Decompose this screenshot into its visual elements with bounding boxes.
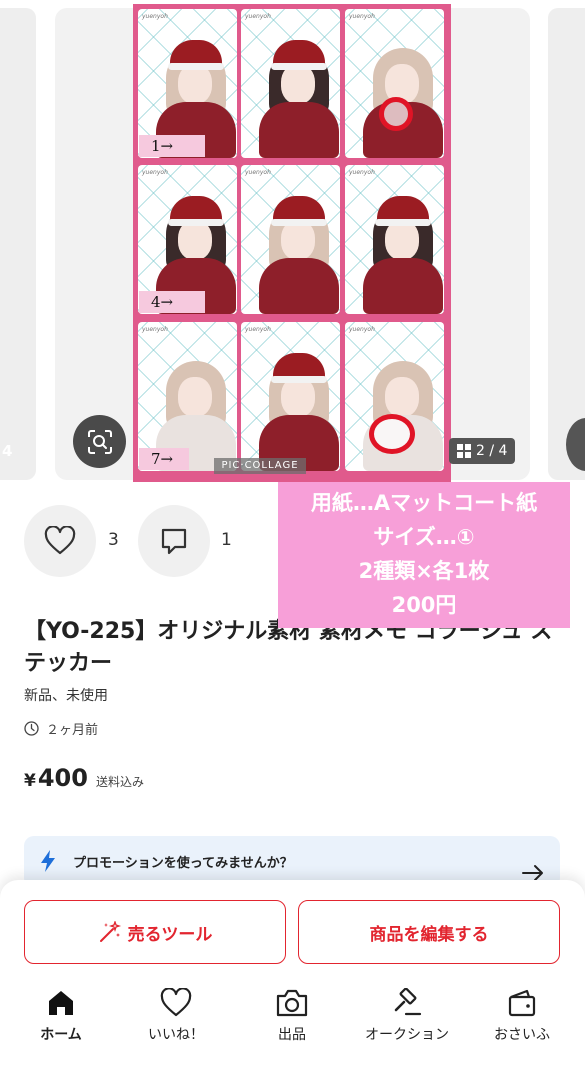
bottom-tab-bar: ホーム いいね！ 出品 オークション おさいふ xyxy=(0,988,585,1058)
cell-signature: yuenyoh xyxy=(142,169,168,176)
tab-wallet[interactable]: おさいふ xyxy=(467,988,577,1044)
clock-icon xyxy=(24,721,39,736)
price-currency: ¥ xyxy=(24,771,36,791)
page-indicator: 2 / 4 xyxy=(449,438,516,464)
overlay-line-paper: 用紙…Aマットコート紙 xyxy=(310,491,538,515)
character-illustration xyxy=(251,353,339,471)
edit-item-label: 商品を編集する xyxy=(369,924,489,945)
spec-overlay-note: 用紙…Aマットコート紙 サイズ…① 2種類×各1枚 200円 xyxy=(278,482,570,628)
comment-icon xyxy=(161,528,187,555)
selection-circle-mark xyxy=(379,97,413,131)
bottom-sheet: 売るツール 商品を編集する ホーム いいね！ 出品 オークション おさいふ xyxy=(0,880,585,1080)
posted-ago: ２ヶ月前 xyxy=(46,723,99,738)
tab-listing[interactable]: 出品 xyxy=(237,988,347,1044)
price-value: 400 xyxy=(37,764,88,792)
sticker-cell-1: yuenyoh 1→ xyxy=(138,9,237,158)
overlay-line-quantity: 2種類×各1枚 xyxy=(358,559,490,583)
sticker-cell-5: yuenyoh xyxy=(241,165,340,314)
previous-slide-count: 4 xyxy=(2,442,13,460)
number-tag: 1→ xyxy=(139,135,205,157)
heart-icon xyxy=(160,988,192,1017)
image-carousel[interactable]: 4 yuenyoh 1→ yuenyoh yuenyoh yuenyoh 4→ … xyxy=(0,0,585,485)
lightning-icon xyxy=(41,850,55,872)
product-image-collage[interactable]: yuenyoh 1→ yuenyoh yuenyoh yuenyoh 4→ yu… xyxy=(133,4,451,482)
tab-likes-label: いいね！ xyxy=(148,1027,204,1043)
price-row: ¥ 400 送料込み xyxy=(24,764,144,792)
tab-auction[interactable]: オークション xyxy=(352,988,462,1044)
cell-signature: yuenyoh xyxy=(349,326,375,333)
tab-home-label: ホーム xyxy=(40,1027,82,1043)
tab-likes[interactable]: いいね！ xyxy=(121,988,231,1044)
tab-auction-label: オークション xyxy=(365,1027,449,1043)
sticker-cell-8: yuenyoh xyxy=(241,322,340,471)
promotion-text: プロモーションを使ってみませんか？ xyxy=(73,856,293,871)
home-icon xyxy=(49,991,73,1015)
cell-signature: yuenyoh xyxy=(245,326,271,333)
selection-circle-mark xyxy=(369,414,415,454)
character-illustration xyxy=(251,40,339,158)
gavel-icon xyxy=(394,988,422,1016)
number-tag: 7→ xyxy=(139,448,189,470)
cell-signature: yuenyoh xyxy=(245,13,271,20)
comment-button[interactable] xyxy=(138,505,210,577)
product-condition: 新品、未使用 xyxy=(24,688,108,704)
tab-listing-label: 出品 xyxy=(278,1027,306,1043)
image-search-button[interactable] xyxy=(73,415,126,468)
cell-signature: yuenyoh xyxy=(245,169,271,176)
overlay-line-price: 200円 xyxy=(391,593,457,617)
edit-item-button[interactable]: 商品を編集する xyxy=(298,900,560,964)
sell-tool-label: 売るツール xyxy=(127,924,213,945)
next-slide-scan-button[interactable] xyxy=(566,418,585,471)
heart-icon xyxy=(44,526,76,555)
magic-wand-icon xyxy=(99,921,121,942)
shipping-note: 送料込み xyxy=(95,775,144,789)
previous-slide[interactable]: 4 xyxy=(0,8,36,480)
overlay-line-size: サイズ…① xyxy=(373,525,475,549)
sticker-cell-9: yuenyoh xyxy=(345,322,444,471)
cell-signature: yuenyoh xyxy=(142,13,168,20)
wallet-icon xyxy=(508,989,536,1017)
cell-signature: yuenyoh xyxy=(349,169,375,176)
grid-icon xyxy=(457,444,471,458)
posted-time-row: ２ヶ月前 xyxy=(24,719,98,738)
cell-signature: yuenyoh xyxy=(142,326,168,333)
page-indicator-text: 2 / 4 xyxy=(476,443,508,459)
character-illustration xyxy=(251,196,339,314)
like-button[interactable] xyxy=(24,505,96,577)
collage-watermark: PIC·COLLAGE xyxy=(214,458,306,474)
sell-tool-button[interactable]: 売るツール xyxy=(24,900,286,964)
tab-wallet-label: おさいふ xyxy=(494,1027,550,1043)
scan-search-icon xyxy=(87,429,112,454)
number-tag: 4→ xyxy=(139,291,205,313)
character-illustration xyxy=(355,196,443,314)
sticker-cell-3: yuenyoh xyxy=(345,9,444,158)
cell-signature: yuenyoh xyxy=(349,13,375,20)
sticker-cell-7: yuenyoh 7→ xyxy=(138,322,237,471)
camera-icon xyxy=(276,989,308,1017)
sticker-cell-4: yuenyoh 4→ xyxy=(138,165,237,314)
next-slide[interactable] xyxy=(548,8,585,480)
sticker-cell-2: yuenyoh xyxy=(241,9,340,158)
likes-count: 3 xyxy=(108,530,119,550)
comments-count: 1 xyxy=(221,530,232,550)
sticker-cell-6: yuenyoh xyxy=(345,165,444,314)
tab-home[interactable]: ホーム xyxy=(6,988,116,1044)
